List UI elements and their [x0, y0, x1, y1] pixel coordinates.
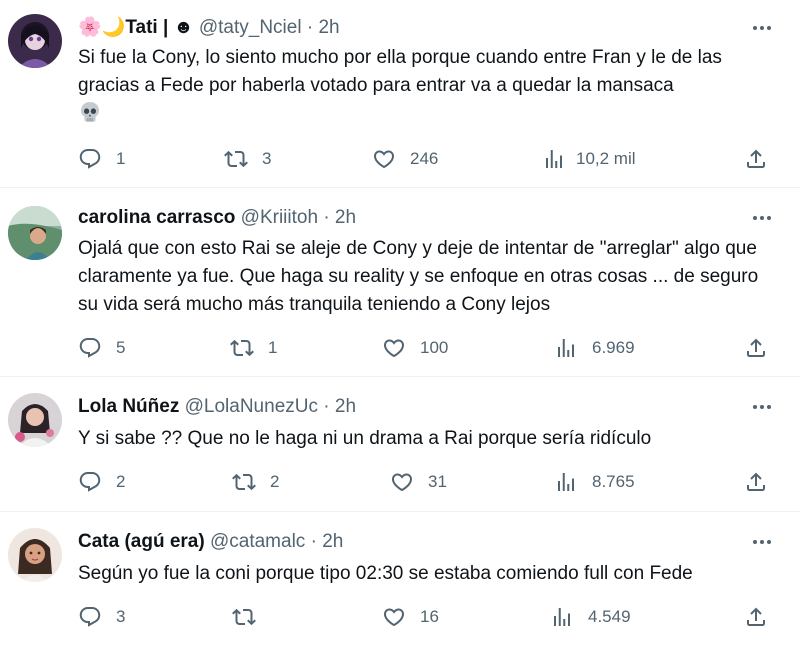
user-handle[interactable]: @LolaNunezUc	[185, 396, 318, 417]
retweet-count: 3	[262, 149, 272, 168]
views-button[interactable]: 6.969	[554, 335, 635, 361]
reply-button[interactable]: 3	[78, 604, 125, 630]
tweet-header: 🌸🌙Tati | ☻ @taty_Nciel · 2h	[78, 16, 340, 40]
reply-count: 2	[116, 472, 126, 491]
reply-icon	[79, 472, 101, 492]
tweet-actions: 2 2 31 8.765	[78, 469, 778, 495]
reply-button[interactable]: 2	[78, 469, 125, 495]
reply-button[interactable]: 1	[78, 146, 125, 172]
avatar[interactable]	[8, 528, 62, 582]
avatar[interactable]	[8, 206, 62, 260]
reply-count: 1	[116, 149, 126, 168]
retweet-icon	[230, 339, 254, 357]
user-handle[interactable]: @Kriiitoh	[241, 207, 318, 228]
heart-icon	[383, 608, 405, 627]
heart-icon	[391, 473, 413, 492]
tweet[interactable]: Cata (agú era) @catamalc · 2h Según yo f…	[0, 512, 800, 648]
tweet-actions: 5 1 100 6.969	[78, 335, 778, 361]
views-button[interactable]: 4.549	[550, 604, 631, 630]
like-count: 31	[428, 472, 447, 491]
retweet-icon	[232, 473, 256, 491]
separator: ·	[323, 207, 330, 228]
share-button[interactable]	[744, 469, 768, 495]
timestamp[interactable]: 2h	[318, 17, 339, 38]
reply-icon	[79, 338, 101, 358]
share-icon	[747, 472, 765, 491]
tweet-actions: 3 16 4.549	[78, 604, 778, 630]
like-count: 16	[420, 607, 439, 626]
timestamp[interactable]: 2h	[335, 207, 356, 228]
retweet-button[interactable]: 2	[232, 469, 279, 495]
separator: ·	[323, 396, 330, 417]
retweet-icon	[232, 608, 256, 626]
skull-emoji-icon	[78, 100, 102, 124]
share-icon	[747, 338, 765, 357]
reply-icon	[79, 149, 101, 169]
display-name[interactable]: carolina carrasco	[78, 207, 235, 228]
more-options-icon[interactable]	[750, 395, 774, 419]
retweet-button[interactable]: 1	[230, 335, 277, 361]
display-name[interactable]: Lola Núñez	[78, 396, 179, 417]
views-count: 8.765	[592, 472, 635, 491]
like-count: 100	[420, 338, 449, 357]
tweet-text: Ojalá que con esto Rai se aleje de Cony …	[78, 238, 759, 315]
share-button[interactable]	[744, 335, 768, 361]
retweet-count: 2	[270, 472, 280, 491]
like-count: 246	[410, 149, 439, 168]
more-options-icon[interactable]	[750, 206, 774, 230]
tweet[interactable]: 🌸🌙Tati | ☻ @taty_Nciel · 2h Si fue la Co…	[0, 0, 800, 188]
more-options-icon[interactable]	[750, 16, 774, 40]
tweet[interactable]: carolina carrasco @Kriiitoh · 2h Ojalá q…	[0, 188, 800, 377]
like-button[interactable]: 100	[382, 335, 448, 361]
tweet-text: Y si sabe ?? Que no le haga ni un drama …	[78, 428, 652, 449]
reply-count: 5	[116, 338, 126, 357]
tweet-header: carolina carrasco @Kriiitoh · 2h	[78, 206, 356, 230]
display-name[interactable]: 🌸🌙Tati | ☻	[78, 17, 194, 38]
user-handle[interactable]: @taty_Nciel	[199, 17, 302, 38]
views-chart-icon	[554, 608, 570, 626]
retweet-icon	[224, 150, 248, 168]
separator: ·	[306, 17, 314, 38]
tweet-header: Cata (agú era) @catamalc · 2h	[78, 530, 343, 554]
tweet[interactable]: Lola Núñez @LolaNunezUc · 2h Y si sabe ?…	[0, 377, 800, 512]
reply-count: 3	[116, 607, 126, 626]
display-name[interactable]: Cata (agú era)	[78, 531, 205, 552]
share-icon	[747, 607, 765, 626]
reply-icon	[79, 607, 101, 627]
views-chart-icon	[558, 473, 574, 491]
retweet-button[interactable]: 3	[224, 146, 271, 172]
views-chart-icon	[546, 150, 562, 168]
share-button[interactable]	[744, 604, 768, 630]
tweet-header: Lola Núñez @LolaNunezUc · 2h	[78, 395, 356, 419]
reply-button[interactable]: 5	[78, 335, 125, 361]
like-button[interactable]: 246	[372, 146, 438, 172]
like-button[interactable]: 16	[382, 604, 439, 630]
like-button[interactable]: 31	[390, 469, 447, 495]
avatar[interactable]	[8, 14, 62, 68]
tweet-text: Según yo fue la coni porque tipo 02:30 s…	[78, 563, 693, 584]
retweet-count: 1	[268, 338, 278, 357]
timestamp[interactable]: 2h	[335, 396, 356, 417]
heart-icon	[373, 150, 395, 169]
separator: ·	[310, 531, 317, 552]
user-handle[interactable]: @catamalc	[210, 531, 305, 552]
views-count: 10,2 mil	[576, 149, 636, 168]
heart-icon	[383, 339, 405, 358]
more-options-icon[interactable]	[750, 530, 774, 554]
views-button[interactable]: 10,2 mil	[542, 146, 636, 172]
tweet-text-content: Si fue la Cony, lo siento mucho por ella…	[78, 47, 722, 96]
views-count: 6.969	[592, 338, 635, 357]
tweet-actions: 1 3 246 10,2 mil	[78, 146, 778, 172]
retweet-button[interactable]	[232, 604, 270, 630]
views-chart-icon	[558, 339, 574, 357]
views-count: 4.549	[588, 607, 631, 626]
views-button[interactable]: 8.765	[554, 469, 635, 495]
tweet-text: Si fue la Cony, lo siento mucho por ella…	[78, 44, 778, 129]
share-button[interactable]	[744, 146, 768, 172]
avatar[interactable]	[8, 393, 62, 447]
timestamp[interactable]: 2h	[322, 531, 343, 552]
share-icon	[747, 149, 765, 168]
